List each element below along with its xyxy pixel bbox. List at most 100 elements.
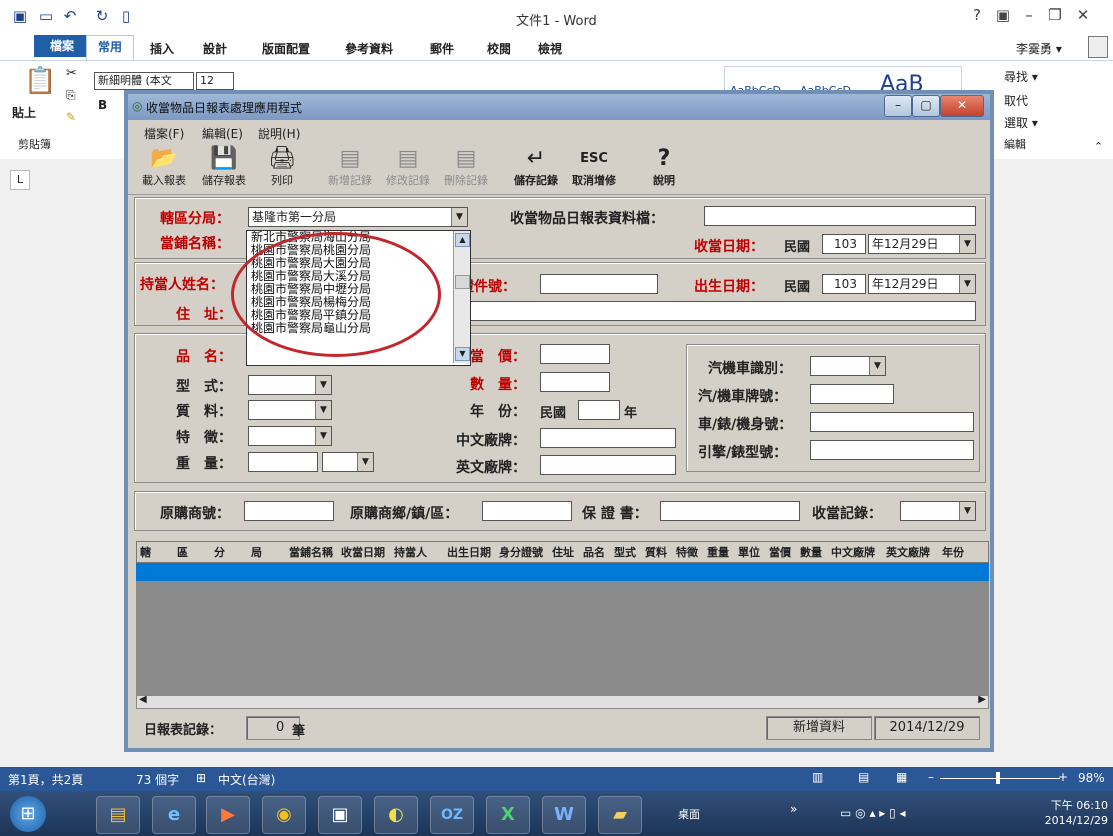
- font-name-select[interactable]: 新細明體 (本文: [94, 72, 194, 90]
- scroll-left-icon[interactable]: ◀: [139, 694, 147, 705]
- grid-column-header[interactable]: 年份: [942, 544, 964, 560]
- tab-layout[interactable]: 版面配置: [262, 40, 310, 57]
- clock-time[interactable]: 下午 06:10: [1030, 797, 1108, 813]
- pawn-record-select[interactable]: ▼: [900, 501, 976, 521]
- tab-review[interactable]: 校閱: [487, 40, 511, 57]
- chevron-down-icon[interactable]: ▼: [315, 401, 331, 419]
- menu-file[interactable]: 檔案(F): [144, 125, 184, 142]
- type-select[interactable]: ▼: [248, 375, 332, 395]
- price-field[interactable]: [540, 344, 610, 364]
- desktop-toolbar-label[interactable]: 桌面: [678, 806, 700, 822]
- district-select[interactable]: 基隆市第一分局 ▼: [248, 207, 468, 227]
- user-avatar[interactable]: [1088, 36, 1108, 58]
- help-button[interactable]: ?: [966, 6, 988, 24]
- vehicle-id-select[interactable]: ▼: [810, 356, 886, 376]
- save-report-button[interactable]: 💾 儲存報表: [194, 146, 254, 188]
- scroll-thumb[interactable]: [455, 275, 470, 289]
- tab-design[interactable]: 設計: [203, 40, 227, 57]
- weight-unit-select[interactable]: ▼: [322, 452, 374, 472]
- grid-column-header[interactable]: 出生日期: [447, 544, 491, 560]
- read-mode-icon[interactable]: ▥: [812, 770, 823, 784]
- zoom-in-icon[interactable]: +: [1058, 770, 1068, 784]
- grid-column-header[interactable]: 質料: [645, 544, 667, 560]
- plate-field[interactable]: [810, 384, 894, 404]
- select-button[interactable]: 選取 ▾: [1004, 114, 1038, 131]
- tab-references[interactable]: 參考資料: [345, 40, 393, 57]
- web-layout-icon[interactable]: ▦: [896, 770, 907, 784]
- report-file-field[interactable]: [704, 206, 976, 226]
- body-number-field[interactable]: [810, 412, 974, 432]
- orig-town-field[interactable]: [482, 501, 572, 521]
- menu-edit[interactable]: 編輯(E): [202, 125, 243, 142]
- grid-column-header[interactable]: 分: [214, 544, 225, 560]
- app-close-icon[interactable]: ✕: [940, 95, 984, 117]
- scroll-right-icon[interactable]: ▶: [978, 694, 986, 705]
- grid-column-header[interactable]: 身分證號: [499, 544, 543, 560]
- restore-icon[interactable]: ❐: [1044, 6, 1066, 24]
- start-button-icon[interactable]: ⊞: [10, 796, 46, 832]
- year-field[interactable]: [578, 400, 620, 420]
- tab-stop-selector-icon[interactable]: L: [10, 170, 30, 190]
- tab-mailings[interactable]: 郵件: [430, 40, 454, 57]
- print-button[interactable]: 🖨 列印: [252, 146, 312, 188]
- grid-column-header[interactable]: 收當日期: [341, 544, 385, 560]
- zoom-level[interactable]: 98%: [1078, 771, 1105, 785]
- chevron-down-icon[interactable]: ▼: [959, 275, 975, 293]
- zoom-slider[interactable]: [940, 778, 1060, 779]
- orig-shop-field[interactable]: [244, 501, 334, 521]
- page-status[interactable]: 第1頁，共2頁: [8, 771, 83, 788]
- chevron-down-icon[interactable]: ▼: [959, 235, 975, 253]
- warranty-field[interactable]: [660, 501, 800, 521]
- grid-column-header[interactable]: 局: [251, 544, 262, 560]
- save-record-button[interactable]: ↵ 儲存記錄: [506, 146, 566, 188]
- edit-record-button[interactable]: ▤ 修改記錄: [378, 146, 438, 188]
- grid-column-header[interactable]: 數量: [800, 544, 822, 560]
- grid-column-header[interactable]: 英文廠牌: [886, 544, 930, 560]
- engine-model-field[interactable]: [810, 440, 974, 460]
- replace-button[interactable]: 取代: [1004, 92, 1028, 109]
- app-maximize-icon[interactable]: ▢: [912, 95, 940, 117]
- tab-view[interactable]: 檢視: [538, 40, 562, 57]
- grid-column-header[interactable]: 單位: [738, 544, 760, 560]
- ie-alt-taskbar-icon[interactable]: ◐: [374, 796, 418, 834]
- font-size-select[interactable]: 12: [196, 72, 234, 90]
- grid-column-header[interactable]: 品名: [583, 544, 605, 560]
- app-minimize-icon[interactable]: –: [884, 95, 912, 117]
- chevron-down-icon[interactable]: ▼: [959, 502, 975, 520]
- tray-icons[interactable]: ▭ ◎ ▴ ▸ ▯ ◂: [840, 806, 906, 820]
- chevron-down-icon[interactable]: ▼: [357, 453, 373, 471]
- copy-icon[interactable]: ⎘: [66, 88, 76, 103]
- pawn-date-select[interactable]: 年12月29日 ▼: [868, 234, 976, 254]
- ribbon-options-icon[interactable]: ▣: [992, 6, 1014, 24]
- paste-label[interactable]: 貼上: [12, 104, 36, 121]
- tab-home[interactable]: 常用: [86, 35, 134, 60]
- add-record-button[interactable]: ▤ 新增記錄: [320, 146, 380, 188]
- minimize-icon[interactable]: –: [1018, 6, 1040, 24]
- dropdown-scrollbar[interactable]: ▲ ▼: [453, 231, 470, 363]
- bold-icon[interactable]: B: [98, 98, 107, 112]
- en-brand-field[interactable]: [540, 455, 676, 475]
- proofing-icon[interactable]: ⊞: [196, 771, 206, 785]
- tray-expand-icon[interactable]: »: [790, 802, 797, 816]
- zoom-slider-thumb[interactable]: [996, 772, 1000, 784]
- cancel-edit-button[interactable]: ESC 取消增修: [564, 146, 624, 188]
- cn-brand-field[interactable]: [540, 428, 676, 448]
- grid-column-header[interactable]: 重量: [707, 544, 729, 560]
- menu-help[interactable]: 說明(H): [258, 125, 300, 142]
- explorer-taskbar-icon[interactable]: ▤: [96, 796, 140, 834]
- format-painter-icon[interactable]: ✎: [66, 110, 76, 124]
- media-taskbar-icon[interactable]: ▶: [206, 796, 250, 834]
- material-select[interactable]: ▼: [248, 400, 332, 420]
- app-taskbar-icon[interactable]: ▣: [318, 796, 362, 834]
- cut-icon[interactable]: ✂: [66, 66, 77, 81]
- clock-date[interactable]: 2014/12/29: [1030, 814, 1108, 827]
- close-icon[interactable]: ✕: [1072, 6, 1094, 24]
- weight-field[interactable]: [248, 452, 318, 472]
- grid-column-header[interactable]: 中文廠牌: [831, 544, 875, 560]
- birth-year-field[interactable]: 103: [822, 274, 866, 294]
- grid-column-header[interactable]: 區: [177, 544, 188, 560]
- chrome-taskbar-icon[interactable]: ◉: [262, 796, 306, 834]
- zoom-out-icon[interactable]: –: [928, 770, 934, 784]
- grid-selected-row[interactable]: [136, 563, 989, 581]
- id-number-field[interactable]: [540, 274, 658, 294]
